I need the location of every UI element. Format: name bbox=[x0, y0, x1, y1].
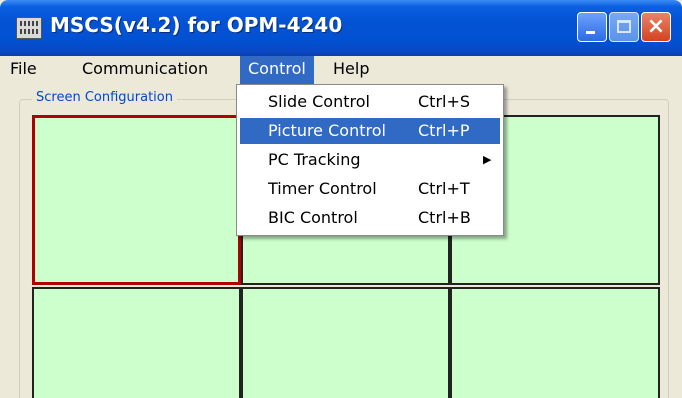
maximize-button[interactable] bbox=[609, 12, 639, 42]
menu-communication[interactable]: Communication bbox=[74, 56, 216, 84]
menu-file[interactable]: File bbox=[2, 56, 45, 84]
menu-item-label: BIC Control bbox=[268, 208, 358, 227]
submenu-arrow-icon: ▶ bbox=[483, 153, 492, 166]
control-dropdown-menu: Slide Control Ctrl+S Picture Control Ctr… bbox=[236, 84, 504, 236]
close-icon: × bbox=[646, 14, 666, 39]
close-button[interactable]: × bbox=[641, 12, 671, 42]
menu-bar: File Communication Control Help bbox=[0, 56, 682, 84]
menu-item-label: Slide Control bbox=[268, 92, 370, 111]
group-label: Screen Configuration bbox=[32, 90, 177, 105]
window-title: MSCS(v4.2) for OPM-4240 bbox=[50, 13, 343, 37]
menu-item-label: Timer Control bbox=[268, 179, 377, 198]
menu-item-shortcut: Ctrl+T bbox=[418, 179, 470, 198]
screen-cell-5[interactable] bbox=[241, 287, 450, 398]
menu-control[interactable]: Control bbox=[240, 56, 314, 84]
menu-item-pc-tracking[interactable]: PC Tracking ▶ bbox=[240, 147, 500, 173]
screen-cell-1[interactable] bbox=[32, 115, 241, 285]
minimize-button[interactable] bbox=[577, 12, 607, 42]
screen-cell-6[interactable] bbox=[450, 287, 660, 398]
app-window: MSCS(v4.2) for OPM-4240 × File Communica… bbox=[0, 0, 682, 398]
menu-item-bic-control[interactable]: BIC Control Ctrl+B bbox=[240, 205, 500, 231]
menu-item-shortcut: Ctrl+B bbox=[418, 208, 471, 227]
menu-item-label: Picture Control bbox=[268, 121, 386, 140]
menu-item-slide-control[interactable]: Slide Control Ctrl+S bbox=[240, 89, 500, 115]
title-bar[interactable]: MSCS(v4.2) for OPM-4240 × bbox=[0, 0, 682, 56]
menu-item-timer-control[interactable]: Timer Control Ctrl+T bbox=[240, 176, 500, 202]
app-icon[interactable] bbox=[16, 17, 42, 39]
menu-item-picture-control[interactable]: Picture Control Ctrl+P bbox=[240, 118, 500, 144]
menu-item-shortcut: Ctrl+P bbox=[418, 121, 470, 140]
screen-cell-4[interactable] bbox=[32, 287, 241, 398]
menu-item-label: PC Tracking bbox=[268, 150, 361, 169]
menu-item-shortcut: Ctrl+S bbox=[418, 92, 471, 111]
menu-help[interactable]: Help bbox=[325, 56, 377, 84]
